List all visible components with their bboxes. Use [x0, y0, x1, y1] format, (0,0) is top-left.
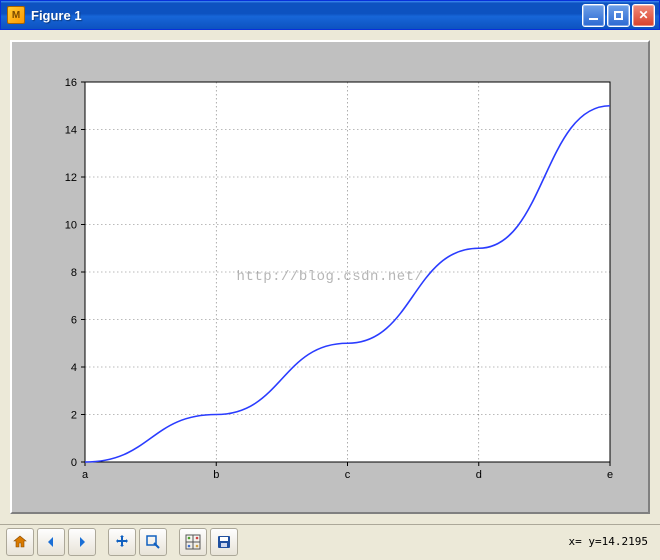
chart-plot: 0 2 4 6 8 10 12 14 16 a b c d e — [30, 57, 630, 497]
zoom-icon — [145, 534, 161, 550]
forward-arrow-icon — [74, 534, 90, 550]
back-button[interactable] — [37, 528, 65, 556]
figure-canvas[interactable]: 0246810121416abcde http://blog.csdn.net/ — [10, 40, 650, 514]
cursor-status: x= y=14.2195 — [569, 535, 654, 548]
forward-button[interactable] — [68, 528, 96, 556]
svg-text:8: 8 — [71, 267, 77, 279]
svg-text:e: e — [607, 469, 613, 481]
home-icon — [12, 534, 28, 550]
subplots-icon — [185, 534, 201, 550]
minimize-button[interactable] — [582, 4, 605, 27]
window-title: Figure 1 — [31, 8, 582, 23]
svg-text:12: 12 — [65, 172, 77, 184]
maximize-icon — [614, 11, 623, 20]
svg-text:16: 16 — [65, 77, 77, 89]
close-button[interactable]: ✕ — [632, 4, 655, 27]
figure-canvas-wrap: 0246810121416abcde http://blog.csdn.net/ — [0, 30, 660, 524]
svg-text:b: b — [213, 469, 219, 481]
window-buttons: ✕ — [582, 4, 655, 27]
save-icon — [216, 534, 232, 550]
svg-text:a: a — [82, 469, 89, 481]
svg-text:4: 4 — [71, 362, 77, 374]
back-arrow-icon — [43, 534, 59, 550]
zoom-button[interactable] — [139, 528, 167, 556]
minimize-icon — [589, 18, 598, 20]
app-icon: M — [7, 6, 25, 24]
save-button[interactable] — [210, 528, 238, 556]
svg-text:c: c — [345, 469, 351, 481]
svg-text:0: 0 — [71, 457, 77, 469]
svg-text:14: 14 — [65, 125, 77, 137]
pan-button[interactable] — [108, 528, 136, 556]
title-bar: M Figure 1 ✕ — [0, 0, 660, 30]
figure-toolbar: x= y=14.2195 — [0, 524, 660, 558]
svg-text:d: d — [476, 469, 482, 481]
subplots-button[interactable] — [179, 528, 207, 556]
close-icon: ✕ — [638, 8, 648, 22]
pan-icon — [114, 534, 130, 550]
svg-text:6: 6 — [71, 315, 77, 327]
maximize-button[interactable] — [607, 4, 630, 27]
svg-text:10: 10 — [65, 220, 77, 232]
home-button[interactable] — [6, 528, 34, 556]
svg-text:2: 2 — [71, 410, 77, 422]
